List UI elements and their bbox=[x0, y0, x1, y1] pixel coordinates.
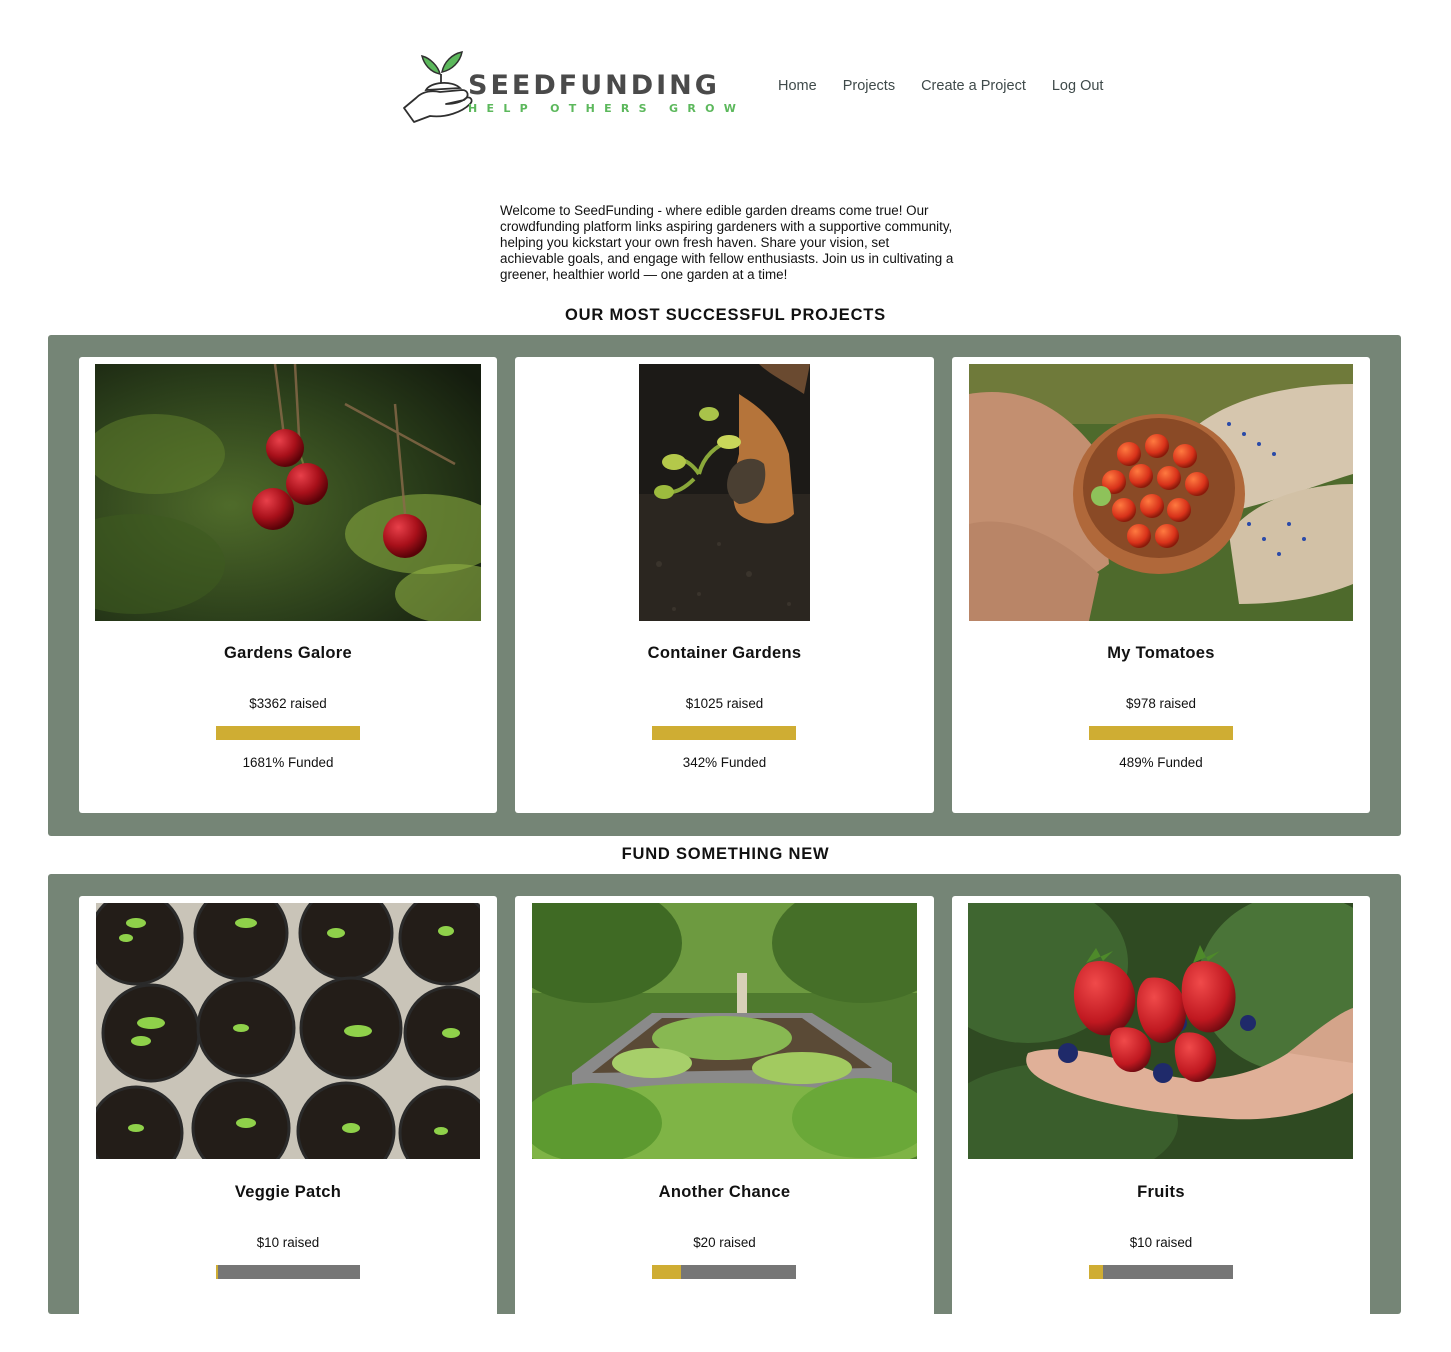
progress-fill bbox=[1089, 726, 1233, 740]
progress-fill bbox=[652, 726, 796, 740]
main-nav: Home Projects Create a Project Log Out bbox=[778, 78, 1103, 94]
project-raised: $20 raised bbox=[693, 1235, 756, 1250]
project-card[interactable]: My Tomatoes $978 raised 489% Funded bbox=[952, 357, 1370, 813]
nav-projects[interactable]: Projects bbox=[843, 78, 895, 94]
intro-text: Welcome to SeedFunding - where edible ga… bbox=[500, 203, 954, 282]
hands-planting-photo[interactable] bbox=[639, 364, 810, 621]
strawberries-hand-photo[interactable] bbox=[968, 903, 1353, 1159]
new-projects-heading: FUND SOMETHING NEW bbox=[621, 845, 830, 863]
nav-create-project[interactable]: Create a Project bbox=[921, 78, 1026, 94]
project-funded: 1681% Funded bbox=[242, 755, 334, 770]
cherries-photo[interactable] bbox=[95, 364, 481, 621]
project-raised: $3362 raised bbox=[249, 696, 327, 711]
project-card[interactable]: Veggie Patch $10 raised bbox=[79, 896, 497, 1352]
project-title[interactable]: Fruits bbox=[952, 1183, 1370, 1202]
funding-progress-bar bbox=[1089, 1265, 1233, 1279]
funding-progress-bar bbox=[652, 726, 796, 740]
brand-name: SEEDFUNDING bbox=[468, 70, 720, 101]
nav-home[interactable]: Home bbox=[778, 78, 817, 94]
progress-fill bbox=[216, 726, 360, 740]
funding-progress-bar bbox=[216, 726, 360, 740]
project-title[interactable]: Gardens Galore bbox=[79, 644, 497, 663]
seedling-pots-photo[interactable] bbox=[96, 903, 480, 1159]
project-title[interactable]: Another Chance bbox=[515, 1183, 934, 1202]
project-raised: $1025 raised bbox=[685, 696, 764, 711]
successful-projects-panel: Gardens Galore $3362 raised 1681% Funded bbox=[48, 335, 1401, 836]
nav-log-out[interactable]: Log Out bbox=[1052, 78, 1104, 94]
project-title[interactable]: My Tomatoes bbox=[952, 644, 1370, 663]
project-funded: 489% Funded bbox=[1119, 755, 1203, 770]
progress-fill bbox=[652, 1265, 681, 1279]
project-raised: $978 raised bbox=[1126, 696, 1196, 711]
project-raised: $10 raised bbox=[256, 1235, 320, 1250]
progress-fill bbox=[1089, 1265, 1104, 1279]
site-header: SEEDFUNDING HELP OTHERS GROW Home Projec… bbox=[0, 0, 1451, 170]
project-card[interactable]: Container Gardens $1025 raised 342% Fund… bbox=[515, 357, 934, 813]
funding-progress-bar bbox=[652, 1265, 796, 1279]
project-title[interactable]: Container Gardens bbox=[515, 644, 934, 663]
project-card[interactable]: Another Chance $20 raised bbox=[515, 896, 934, 1352]
project-funded: 342% Funded bbox=[682, 755, 767, 770]
progress-fill bbox=[216, 1265, 219, 1279]
project-title[interactable]: Veggie Patch bbox=[79, 1183, 497, 1202]
successful-heading: OUR MOST SUCCESSFUL PROJECTS bbox=[565, 306, 886, 324]
seedfunding-logo[interactable]: SEEDFUNDING HELP OTHERS GROW bbox=[400, 44, 736, 128]
new-projects-panel: Veggie Patch $10 raised Another Chance $… bbox=[48, 874, 1401, 1352]
raised-bed-photo[interactable] bbox=[532, 903, 917, 1159]
project-raised: $10 raised bbox=[1129, 1235, 1193, 1250]
project-card[interactable]: Gardens Galore $3362 raised 1681% Funded bbox=[79, 357, 497, 813]
tomato-bowl-photo[interactable] bbox=[969, 364, 1353, 621]
funding-progress-bar bbox=[216, 1265, 360, 1279]
project-card[interactable]: Fruits $10 raised bbox=[952, 896, 1370, 1352]
brand-tagline: HELP OTHERS GROW bbox=[468, 102, 746, 115]
funding-progress-bar bbox=[1089, 726, 1233, 740]
